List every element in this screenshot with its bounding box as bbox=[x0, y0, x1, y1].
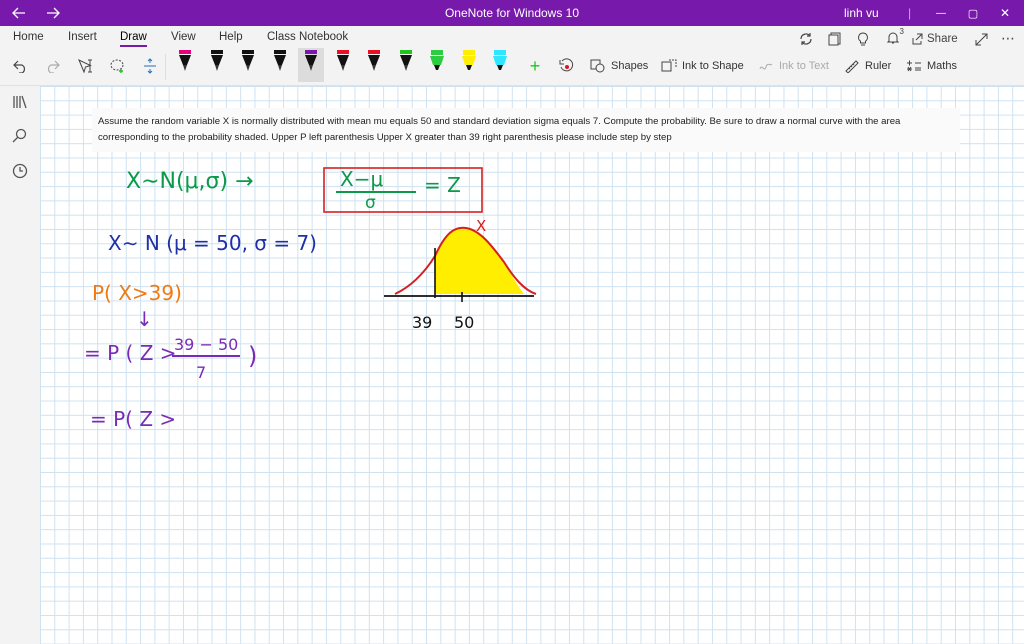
notebooks-nav-icon[interactable] bbox=[8, 90, 32, 114]
separator bbox=[165, 54, 166, 80]
highlighter-yellow-icon[interactable] bbox=[456, 48, 482, 82]
user-name[interactable]: linh vu bbox=[844, 0, 879, 26]
maximize-button[interactable]: ▢ bbox=[958, 0, 988, 26]
ink-to-shape-button[interactable]: Ink to Shape bbox=[661, 59, 744, 73]
ink-replay-icon[interactable] bbox=[556, 56, 576, 76]
curve-label-x: X bbox=[476, 217, 486, 235]
ink-final-step: = P( Z > bbox=[90, 407, 176, 431]
ink-standardize-denominator: 7 bbox=[196, 363, 206, 382]
tab-home[interactable]: Home bbox=[13, 31, 44, 43]
notifications-icon[interactable]: 3 bbox=[882, 27, 904, 47]
pen-3-icon[interactable] bbox=[235, 48, 261, 82]
highlighter-cyan-icon[interactable] bbox=[487, 48, 513, 82]
pen-4-icon[interactable] bbox=[267, 48, 293, 82]
ink-distribution: X∼ N (μ = 50, σ = 7) bbox=[108, 231, 317, 255]
tab-view[interactable]: View bbox=[171, 31, 196, 43]
tab-draw[interactable]: Draw bbox=[120, 31, 147, 47]
ink-to-text-label: Ink to Text bbox=[779, 60, 829, 72]
share-label: Share bbox=[927, 33, 958, 45]
more-options-icon[interactable]: ⋯ bbox=[998, 29, 1018, 47]
pen-8-icon[interactable] bbox=[393, 48, 419, 82]
ink-frac-denominator: σ bbox=[365, 193, 376, 213]
pen-2-icon[interactable] bbox=[204, 48, 230, 82]
search-icon[interactable] bbox=[8, 124, 32, 148]
notification-count: 3 bbox=[899, 27, 904, 36]
ink-to-shape-label: Ink to Shape bbox=[682, 60, 744, 72]
divider: | bbox=[908, 6, 912, 20]
ink-layer[interactable]: X∼N(μ,σ) → X−μ σ = Z X∼ N (μ = 50, σ = 7… bbox=[40, 86, 1024, 644]
ink-standardize-numerator: 39 − 50 bbox=[174, 335, 238, 354]
lightbulb-icon[interactable] bbox=[854, 30, 872, 48]
tab-class-notebook[interactable]: Class Notebook bbox=[267, 31, 348, 43]
recent-notes-icon[interactable] bbox=[8, 159, 32, 183]
close-button[interactable]: ✕ bbox=[990, 0, 1020, 26]
tick-label-39: 39 bbox=[412, 313, 432, 332]
forward-icon[interactable] bbox=[38, 0, 68, 26]
add-space-icon[interactable] bbox=[140, 56, 160, 76]
ink-probability-statement: P( X>39) bbox=[92, 281, 182, 305]
notebooks-icon[interactable] bbox=[826, 30, 844, 48]
shapes-label: Shapes bbox=[611, 60, 649, 72]
ruler-icon bbox=[845, 60, 859, 73]
tab-insert[interactable]: Insert bbox=[68, 31, 97, 43]
redo-icon[interactable] bbox=[42, 56, 62, 76]
highlighter-green-icon[interactable] bbox=[424, 48, 450, 82]
pen-1-icon[interactable] bbox=[172, 48, 198, 82]
minimize-button[interactable]: — bbox=[926, 0, 956, 26]
add-pen-icon[interactable]: + bbox=[526, 56, 544, 76]
maths-button[interactable]: Maths bbox=[906, 59, 957, 73]
maths-icon bbox=[907, 60, 921, 72]
shapes-icon bbox=[590, 59, 605, 73]
lasso-select-icon[interactable] bbox=[108, 56, 128, 76]
pen-5-icon[interactable] bbox=[298, 48, 324, 82]
sync-icon[interactable] bbox=[797, 30, 815, 48]
page-canvas[interactable]: Assume the random variable X is normally… bbox=[40, 86, 1024, 644]
ruler-button[interactable]: Ruler bbox=[844, 59, 891, 73]
shapes-button[interactable]: Shapes bbox=[590, 59, 648, 73]
ink-standardize-prefix: = P ( Z > bbox=[84, 341, 177, 365]
ink-equals-z: = Z bbox=[424, 173, 461, 197]
fullscreen-icon[interactable] bbox=[972, 30, 990, 48]
tab-help[interactable]: Help bbox=[219, 31, 243, 43]
normal-curve-sketch: X 39 50 bbox=[384, 217, 537, 332]
ruler-label: Ruler bbox=[865, 60, 892, 72]
navigation-rail bbox=[0, 86, 40, 644]
maths-label: Maths bbox=[927, 60, 957, 72]
tick-label-50: 50 bbox=[454, 313, 474, 332]
type-select-icon[interactable] bbox=[76, 56, 96, 76]
share-icon bbox=[912, 33, 923, 45]
undo-icon[interactable] bbox=[10, 56, 30, 76]
ink-to-text-icon bbox=[759, 63, 773, 70]
shaded-area bbox=[435, 227, 524, 294]
ink-down-arrow: ↓ bbox=[136, 307, 153, 331]
pen-6-icon[interactable] bbox=[330, 48, 356, 82]
ink-frac-numerator: X−μ bbox=[340, 167, 383, 191]
ink-standardize-close: ) bbox=[248, 342, 257, 370]
ink-to-shape-icon bbox=[661, 59, 677, 72]
ink-normal-notation: X∼N(μ,σ) → bbox=[126, 169, 254, 194]
back-icon[interactable] bbox=[4, 0, 34, 26]
pen-7-icon[interactable] bbox=[361, 48, 387, 82]
title-bar: OneNote for Windows 10 linh vu | — ▢ ✕ bbox=[0, 0, 1024, 26]
ribbon: Home Insert Draw View Help Class Noteboo… bbox=[0, 26, 1024, 86]
share-button[interactable]: Share bbox=[911, 30, 961, 48]
ink-to-text-button[interactable]: Ink to Text bbox=[758, 59, 829, 73]
